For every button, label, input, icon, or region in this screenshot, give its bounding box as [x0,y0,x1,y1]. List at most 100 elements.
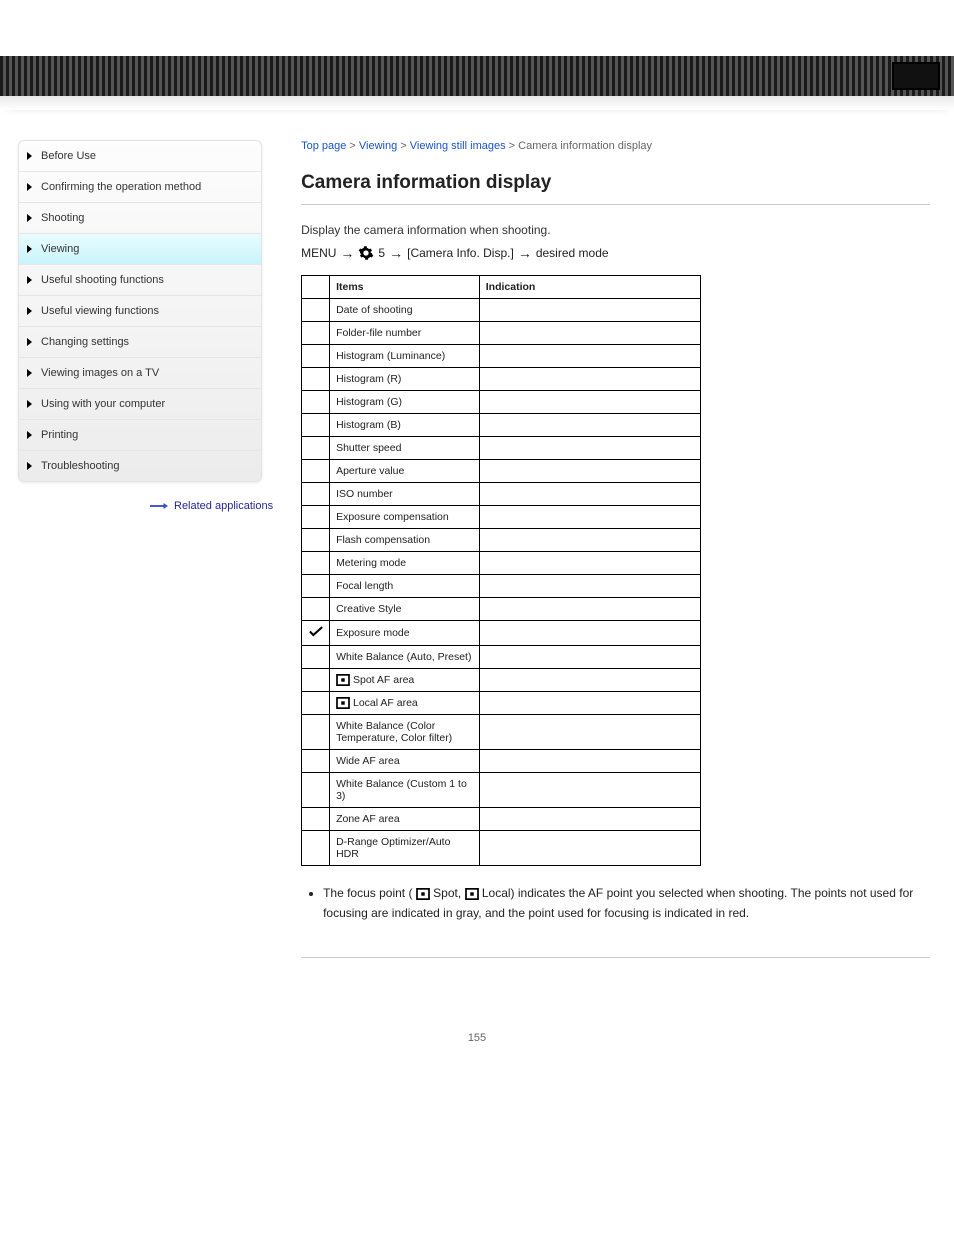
table-cell-icon [302,391,330,414]
path-seg2: [Camera Info. Disp.] [407,246,514,260]
table-cell-item: Histogram (G) [330,391,480,414]
sidebar-item-changing-settings[interactable]: Changing settings [19,326,261,357]
table-cell-icon [302,750,330,773]
menu-path: MENU → 5 → [Camera Info. Disp.] → desire… [301,245,930,261]
table-cell-item: Date of shooting [330,299,480,322]
table-cell-indication [479,529,700,552]
table-cell-icon [302,437,330,460]
description: Display the camera information when shoo… [301,221,930,239]
sidebar-item-before-use[interactable]: Before Use [19,141,261,171]
caret-right-icon [27,400,32,408]
sidebar-item-label: Printing [41,429,78,441]
table-row: Date of shooting [302,299,701,322]
sidebar-item-label: Before Use [41,150,96,162]
arrow-right-icon: → [340,245,354,261]
table-cell-indication [479,598,700,621]
arrow-right-icon [150,502,168,510]
table-cell-indication [479,808,700,831]
breadcrumb-sub[interactable]: Viewing still images [410,140,506,152]
sidebar: Before Use Confirming the operation meth… [18,140,262,482]
table-row: Histogram (B) [302,414,701,437]
table-cell-item: Wide AF area [330,750,480,773]
sidebar-item-label: Using with your computer [41,398,165,410]
header-right-box [892,62,940,90]
table-row: Creative Style [302,598,701,621]
table-cell-icon [302,773,330,808]
table-cell-indication [479,552,700,575]
table-header-cell: Indication [479,276,700,299]
table-row: White Balance (Auto, Preset) [302,646,701,669]
page-title: Camera information display [301,172,930,194]
table-cell-indication [479,322,700,345]
table-cell-item: Aperture value [330,460,480,483]
table-row: White Balance (Custom 1 to 3) [302,773,701,808]
path-menu: MENU [301,246,336,260]
table-cell-indication [479,750,700,773]
caret-right-icon [27,245,32,253]
table-cell-indication [479,483,700,506]
table-cell-item: D-Range Optimizer/Auto HDR [330,831,480,866]
af-box-icon [416,888,430,900]
notes-list: The focus point ( Spot, Local) indicates… [313,884,930,922]
sidebar-item-useful-shooting[interactable]: Useful shooting functions [19,264,261,295]
table-row: Wide AF area [302,750,701,773]
table-cell-icon [302,483,330,506]
sidebar-item-viewing[interactable]: Viewing [19,233,261,264]
breadcrumb-sep: > [400,140,406,152]
table-cell-icon [302,692,330,715]
table-cell-item: Flash compensation [330,529,480,552]
table-row: Focal length [302,575,701,598]
table-cell-item: Shutter speed [330,437,480,460]
breadcrumb-sep: > [509,140,515,152]
sidebar-item-shooting[interactable]: Shooting [19,202,261,233]
table-cell-item: White Balance (Auto, Preset) [330,646,480,669]
caret-right-icon [27,369,32,377]
table-cell-item: White Balance (Color Temperature, Color … [330,715,480,750]
table-row: Zone AF area [302,808,701,831]
table-cell-item: Metering mode [330,552,480,575]
divider [301,204,930,205]
sidebar-item-using-computer[interactable]: Using with your computer [19,388,261,419]
sidebar-item-printing[interactable]: Printing [19,419,261,450]
table-cell-icon [302,552,330,575]
sidebar-item-viewing-tv[interactable]: Viewing images on a TV [19,357,261,388]
table-row: Exposure compensation [302,506,701,529]
table-row: ISO number [302,483,701,506]
table-header-cell: Items [330,276,480,299]
related-applications-link[interactable]: Related applications [150,500,273,512]
table-cell-item: Exposure compensation [330,506,480,529]
breadcrumb-top[interactable]: Top page [301,140,346,152]
table-cell-indication [479,773,700,808]
sidebar-item-label: Useful shooting functions [41,274,164,286]
table-cell-indication [479,460,700,483]
sidebar-item-label: Troubleshooting [41,460,119,472]
table-cell-icon [302,345,330,368]
sidebar-item-label: Confirming the operation method [41,181,201,193]
sidebar-item-label: Viewing images on a TV [41,367,159,379]
note-text: Spot, [433,886,464,900]
sidebar-item-useful-viewing[interactable]: Useful viewing functions [19,295,261,326]
table-cell-item: Creative Style [330,598,480,621]
caret-right-icon [27,431,32,439]
table-cell-item: ISO number [330,483,480,506]
sidebar-item-label: Useful viewing functions [41,305,159,317]
table-cell-item: Local AF area [330,692,480,715]
arrow-right-icon: → [389,245,403,261]
caret-right-icon [27,214,32,222]
table-cell-indication [479,646,700,669]
table-cell-indication [479,345,700,368]
caret-right-icon [27,338,32,346]
table-cell-icon [302,460,330,483]
caret-right-icon [27,183,32,191]
sidebar-item-troubleshooting[interactable]: Troubleshooting [19,450,261,481]
table-row: Aperture value [302,460,701,483]
table-cell-indication [479,414,700,437]
sidebar-item-confirming[interactable]: Confirming the operation method [19,171,261,202]
table-header-row: ItemsIndication [302,276,701,299]
table-row: Histogram (Luminance) [302,345,701,368]
table-row: Histogram (R) [302,368,701,391]
table-cell-icon [302,621,330,646]
breadcrumb-cat[interactable]: Viewing [359,140,397,152]
arrow-right-icon: → [518,245,532,261]
table-row: Spot AF area [302,669,701,692]
